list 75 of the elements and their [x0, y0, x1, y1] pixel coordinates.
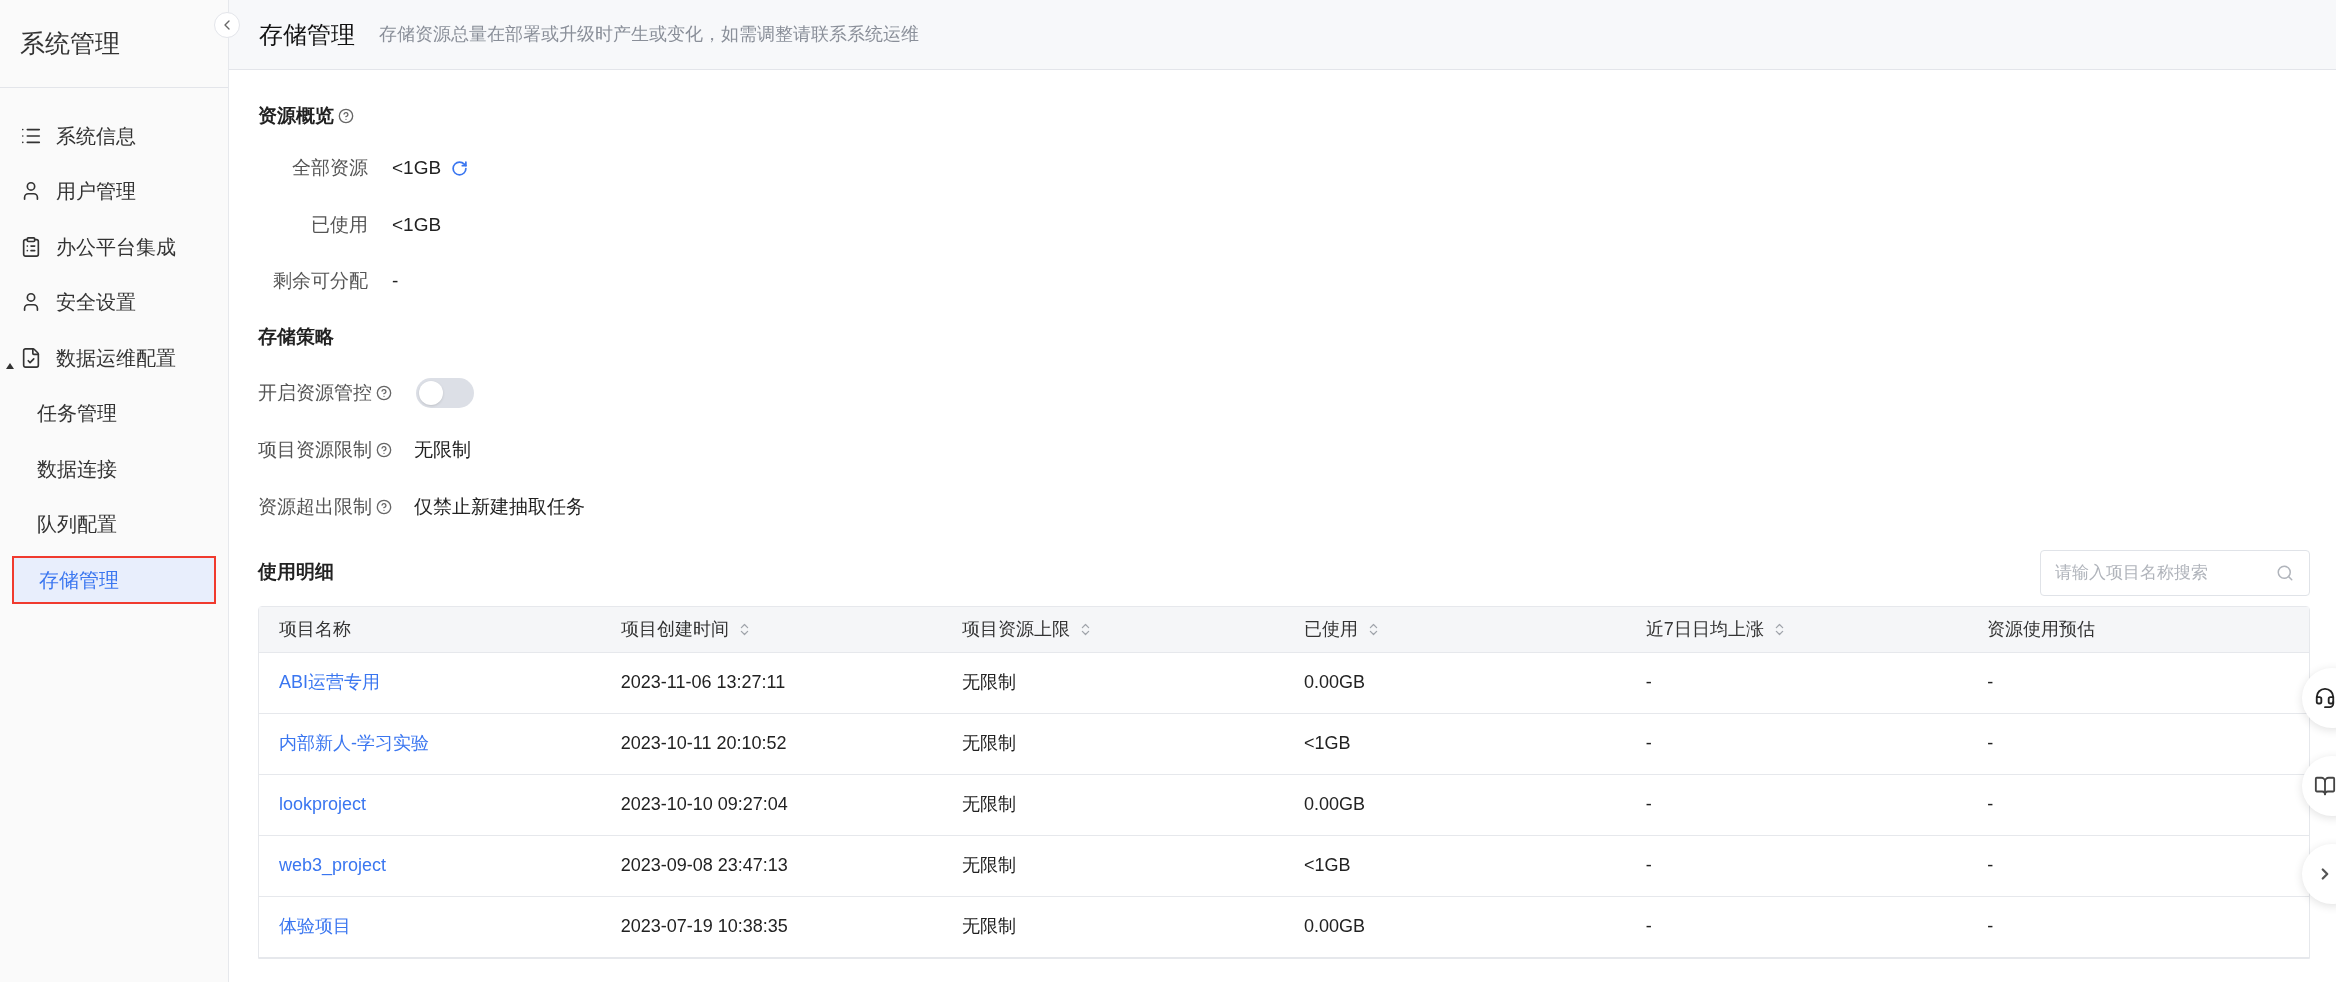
table-cell-text: -	[1645, 854, 1652, 877]
collapse-button[interactable]	[214, 12, 240, 38]
column-header[interactable]: 近7日日均上涨	[1625, 606, 1968, 652]
column-header[interactable]: 项目创建时间	[600, 606, 943, 652]
table-cell-text: -	[1987, 793, 1994, 816]
column-header: 项目名称	[278, 617, 352, 641]
table-cell-text: 无限制	[962, 915, 1017, 938]
table-cell-text: 无限制	[962, 732, 1017, 755]
headset-icon	[2314, 687, 2336, 709]
field-label: 全部资源	[291, 156, 368, 180]
field-value: -	[392, 269, 399, 293]
section-title: 资源概览	[258, 103, 334, 128]
project-link[interactable]: 内部新人-学习实验	[279, 730, 429, 757]
table-cell-text: 2023-10-11 20:10:52	[620, 732, 787, 755]
table-cell-text: 0.00GB	[1304, 915, 1366, 938]
sidebar-item[interactable]: 任务管理	[12, 389, 216, 437]
table-cell-text: 2023-07-19 10:38:35	[620, 915, 788, 938]
sidebar-item[interactable]: 存储管理	[12, 555, 216, 604]
field-label: 项目资源限制	[258, 437, 372, 462]
table-cell-text: -	[1645, 915, 1652, 938]
field-label: 资源超出限制	[258, 494, 372, 519]
project-link[interactable]: ABI运营专用	[279, 669, 380, 696]
column-header[interactable]: 已使用	[1284, 606, 1626, 652]
table-cell-text: -	[1645, 671, 1652, 694]
field-label: 开启资源管控	[258, 380, 372, 405]
sidebar-title: 系统管理	[20, 27, 120, 59]
sidebar-item[interactable]: 数据运维配置	[12, 333, 216, 382]
table-cell-text: 2023-09-08 23:47:13	[620, 854, 788, 877]
document-list-icon	[20, 235, 42, 258]
section-title: 存储策略	[258, 324, 334, 349]
help-icon[interactable]	[338, 108, 354, 124]
table-cell-text: -	[1987, 854, 1994, 877]
field-label: 已使用	[310, 212, 368, 237]
table-cell-text: -	[1645, 732, 1652, 755]
field-value: <1GB	[392, 212, 442, 237]
table-cell-text: 0.00GB	[1304, 793, 1366, 816]
sidebar-item[interactable]: 系统信息	[12, 111, 216, 160]
table-cell-text: 2023-11-06 13:27:11	[620, 671, 786, 694]
table-cell-text: <1GB	[1304, 732, 1351, 755]
table-cell-text: 无限制	[962, 671, 1017, 694]
sidebar-item[interactable]: 队列配置	[12, 500, 216, 548]
table-cell-text: 0.00GB	[1304, 671, 1366, 694]
refresh-icon[interactable]	[451, 159, 469, 177]
page-title: 存储管理	[259, 19, 355, 50]
table-cell-text: -	[1987, 671, 1994, 694]
search-icon[interactable]	[2276, 563, 2294, 582]
table-cell-text: <1GB	[1304, 854, 1351, 877]
sidebar-item[interactable]: 数据连接	[12, 444, 216, 493]
help-icon[interactable]	[376, 385, 392, 401]
toggle-switch[interactable]	[416, 378, 474, 408]
field-value: <1GB	[392, 156, 442, 180]
book-icon	[2314, 775, 2336, 797]
section-title: 使用明细	[258, 560, 334, 585]
sidebar-item[interactable]: 安全设置	[12, 278, 216, 326]
column-header: 资源使用预估	[1986, 617, 2097, 641]
field-value: 无限制	[414, 437, 471, 462]
table-cell-text: 无限制	[962, 793, 1017, 816]
search-field[interactable]: 请输入项目名称搜索	[2040, 549, 2310, 596]
sidebar-item[interactable]: 用户管理	[12, 167, 216, 215]
help-icon[interactable]	[376, 442, 392, 458]
project-link[interactable]: 体验项目	[279, 913, 351, 940]
field-value: 仅禁止新建抽取任务	[414, 494, 585, 519]
field-label: 剩余可分配	[272, 269, 368, 293]
table-cell-text: 2023-10-10 09:27:04	[620, 793, 788, 816]
page-subtitle: 存储资源总量在部署或升级时产生或变化，如需调整请联系系统运维	[379, 23, 919, 46]
project-link[interactable]: web3_project	[279, 852, 387, 879]
table-cell-text: -	[1645, 793, 1652, 816]
table-cell-text: -	[1987, 915, 1994, 938]
document-check-icon	[20, 346, 42, 369]
column-header[interactable]: 项目资源上限	[942, 606, 1284, 652]
table-cell-text: -	[1987, 732, 1994, 755]
sidebar-item[interactable]: 办公平台集成	[12, 222, 216, 271]
help-icon[interactable]	[376, 499, 392, 515]
table-cell-text: 无限制	[962, 854, 1017, 877]
project-link[interactable]: lookproject	[279, 791, 367, 818]
